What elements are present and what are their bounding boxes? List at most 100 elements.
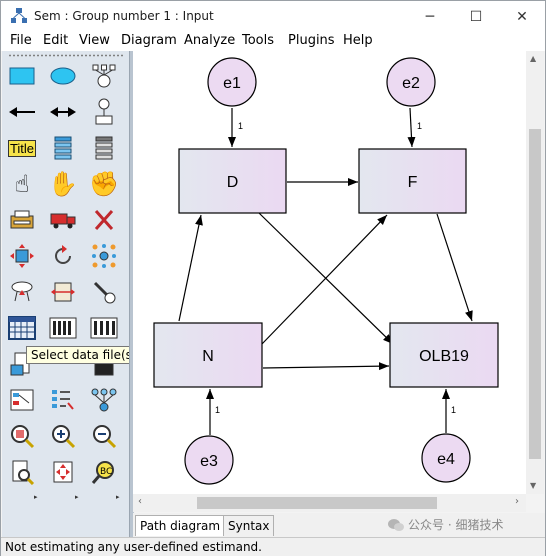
error-variable-e3[interactable]: e3 — [184, 435, 234, 485]
toolbox-more-icon-2: ▸ — [75, 493, 79, 501]
path-n-d[interactable] — [178, 214, 203, 322]
toolbox-grip — [8, 54, 124, 57]
path-f-olb19[interactable] — [436, 213, 473, 322]
zoom-in-area-button[interactable] — [7, 421, 37, 451]
scroll-icon — [51, 282, 75, 302]
pointing-hand-icon: ☝ — [14, 170, 30, 198]
touch-up-variable-button[interactable] — [89, 277, 119, 307]
reflect-indicators-button[interactable] — [89, 241, 119, 271]
menu-view[interactable]: View — [79, 33, 110, 48]
truck-icon — [50, 213, 76, 229]
horizontal-scrollbar[interactable]: ‹ › — [133, 494, 526, 512]
menu-diagram[interactable]: Diagram — [121, 33, 177, 48]
scroll-left-icon[interactable]: ‹ — [138, 496, 142, 507]
menu-help[interactable]: Help — [343, 33, 373, 48]
draw-unobserved-variable-button[interactable] — [48, 61, 78, 91]
multi-group-icon — [91, 388, 117, 412]
loupe-button[interactable]: BC — [89, 457, 119, 487]
menu-file[interactable]: File — [10, 33, 32, 48]
eraser-x-icon — [94, 210, 114, 230]
title-bar: Sem : Group number 1 : Input ─ ☐ ✕ — [1, 1, 545, 32]
scroll-down-icon[interactable]: ▼ — [530, 481, 536, 490]
reflect-icon — [92, 244, 116, 268]
close-button[interactable]: ✕ — [499, 1, 545, 32]
menu-edit[interactable]: Edit — [43, 33, 68, 48]
menu-plugins[interactable]: Plugins — [288, 33, 335, 48]
watermark: 公众号 · 细猪技术 — [388, 516, 503, 533]
path-label-e1: 1 — [238, 121, 243, 131]
zoom-out-button[interactable] — [89, 421, 119, 451]
specification-search-button[interactable] — [48, 385, 78, 415]
error-variable-e1[interactable]: e1 — [207, 57, 257, 107]
toolbox: Title ☝ ✋ ✊ BC ▸ ▸ ▸ — [2, 51, 129, 537]
select-data-files-button[interactable] — [7, 313, 37, 343]
figure-caption-button[interactable]: Title — [7, 133, 37, 163]
svg-text:BC: BC — [100, 467, 112, 477]
deselect-all-objects-button[interactable]: ✊ — [89, 169, 119, 199]
vertical-scroll-thumb[interactable] — [529, 129, 541, 459]
menu-analyze[interactable]: Analyze — [184, 33, 235, 48]
observed-variable-d[interactable]: D — [178, 148, 287, 214]
move-parameter-button[interactable] — [7, 277, 37, 307]
path-n-olb19[interactable] — [262, 362, 390, 371]
scroll-right-icon[interactable]: › — [515, 496, 519, 507]
minimize-button[interactable]: ─ — [407, 1, 453, 32]
path-label-e4: 1 — [451, 405, 456, 415]
zoom-in-button[interactable] — [48, 421, 78, 451]
calculate-icon — [90, 317, 118, 339]
observed-variable-olb19[interactable]: OLB19 — [389, 322, 499, 388]
error-variable-e2[interactable]: e2 — [386, 57, 436, 107]
latent-indicator-icon — [92, 64, 116, 88]
select-one-object-button[interactable]: ☝ — [7, 169, 37, 199]
draw-covariance-button[interactable] — [48, 97, 78, 127]
menu-tools[interactable]: Tools — [242, 33, 274, 48]
error-variable-e4[interactable]: e4 — [421, 433, 471, 483]
rotate-indicators-button[interactable] — [48, 241, 78, 271]
path-e2-f[interactable] — [407, 107, 416, 148]
touch-up-icon — [93, 281, 116, 304]
rotate-icon — [55, 245, 71, 264]
ellipse-icon — [50, 67, 76, 85]
analysis-properties-button[interactable] — [48, 313, 78, 343]
select-all-objects-button[interactable]: ✋ — [48, 169, 78, 199]
multiple-group-analysis-button[interactable] — [89, 385, 119, 415]
erase-objects-button[interactable] — [89, 205, 119, 235]
fit-page-icon — [53, 461, 73, 483]
rectangle-icon — [9, 67, 35, 85]
vertical-scrollbar[interactable]: ▲ ▼ — [526, 51, 544, 494]
page-magnifier-icon — [12, 460, 35, 485]
fit-to-page-button[interactable] — [48, 457, 78, 487]
view-output-path-diagram-button[interactable] — [7, 385, 37, 415]
draw-latent-indicator-button[interactable] — [89, 61, 119, 91]
tab-syntax[interactable]: Syntax — [223, 515, 275, 536]
observed-variable-n[interactable]: N — [153, 322, 263, 388]
path-n-f[interactable] — [260, 214, 388, 346]
path-diagram-canvas[interactable]: 1 1 1 1 D F N OLB19 e1 e2 e3 e4 — [133, 51, 526, 494]
view-page-button[interactable] — [7, 457, 37, 487]
add-unique-variable-button[interactable] — [89, 97, 119, 127]
toolbox-more-icon-3: ▸ — [116, 493, 120, 501]
single-arrow-icon — [9, 107, 35, 117]
scroll-button[interactable] — [48, 277, 78, 307]
scroll-up-icon[interactable]: ▲ — [530, 54, 536, 63]
horizontal-scroll-thumb[interactable] — [197, 497, 437, 509]
wechat-icon — [388, 518, 404, 531]
variable-label-olb19: OLB19 — [419, 348, 469, 365]
tab-path-diagram[interactable]: Path diagram — [135, 515, 226, 536]
duplicate-objects-button[interactable] — [7, 205, 37, 235]
maximize-button[interactable]: ☐ — [453, 1, 499, 32]
output-diagram-icon — [10, 389, 34, 411]
observed-variable-f[interactable]: F — [358, 148, 467, 214]
error-label-e1: e1 — [223, 75, 241, 92]
loupe-icon: BC — [91, 461, 114, 484]
move-objects-button[interactable] — [48, 205, 78, 235]
draw-observed-variable-button[interactable] — [7, 61, 37, 91]
list-variables-in-dataset-button[interactable] — [89, 133, 119, 163]
error-label-e4: e4 — [437, 451, 455, 468]
list-variables-in-model-button[interactable] — [48, 133, 78, 163]
change-shape-button[interactable] — [7, 241, 37, 271]
open-hand-icon: ✋ — [48, 170, 78, 198]
path-label-e3: 1 — [215, 405, 220, 415]
calculate-estimates-button[interactable] — [89, 313, 119, 343]
draw-path-button[interactable] — [7, 97, 37, 127]
